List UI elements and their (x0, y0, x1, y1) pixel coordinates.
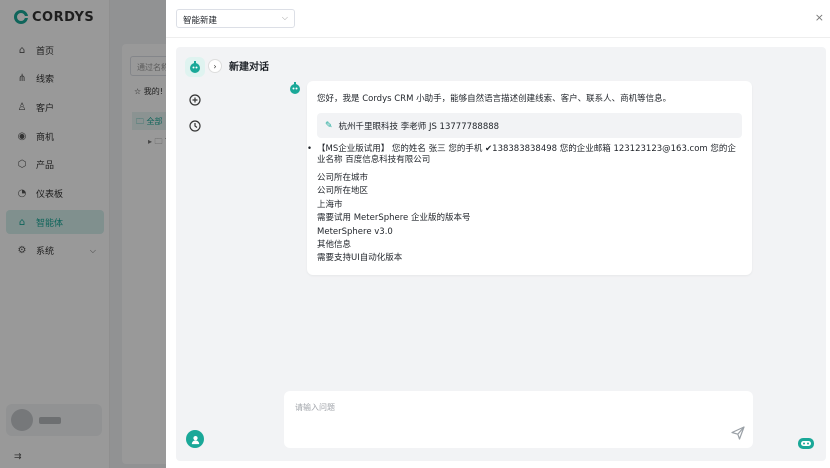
drawer-header: 智能新建 ⌵ × (166, 0, 830, 38)
chevron-down-icon: ⌵ (281, 13, 288, 22)
new-chat-icon[interactable] (187, 92, 203, 108)
suggestion-chip[interactable]: ✎ 杭州千里眼科技 李老师 JS 13777788888 (317, 113, 742, 138)
message-lines: 公司所在城市 公司所在地区 上海市需要试用 MeterSphere 企业版的版本号 M… (317, 172, 742, 266)
message-line: 公司所在地区 (317, 186, 369, 197)
agent-select-value: 智能新建 (183, 16, 218, 26)
message-line: 其他信息 (317, 240, 352, 251)
floating-assistant-icon[interactable] (796, 434, 816, 452)
close-icon[interactable]: × (815, 11, 824, 24)
bot-avatar-icon (185, 57, 205, 77)
message-bullet: 【MS企业版试用】 您的姓名 张三 您的手机 ✔138383838498 您的企… (307, 144, 742, 166)
message-line: 公司所在城市 (317, 173, 369, 183)
message-line: 需要支持UI自动化版本 (317, 253, 403, 264)
message-line: MeterSphere v3.0 (317, 226, 393, 237)
user-avatar-icon[interactable] (186, 430, 204, 448)
chat-rail: › (176, 47, 222, 461)
agent-drawer: 智能新建 ⌵ × › 新建对话 您好，我是 Cordys CRM 小助手，能够自… (166, 0, 830, 468)
edit-icon: ✎ (325, 120, 333, 131)
question-input-placeholder: 请输入问题 (295, 403, 335, 412)
send-icon[interactable] (731, 426, 745, 440)
agent-select[interactable]: 智能新建 ⌵ (176, 9, 295, 28)
message-intro: 您好，我是 Cordys CRM 小助手，能够自然语言描述创建线索、客户、联系人… (317, 94, 672, 104)
expand-history-icon[interactable]: › (208, 59, 222, 73)
chat-title: 新建对话 (229, 62, 269, 73)
history-icon[interactable] (187, 118, 203, 134)
message-line: 需要试用 MeterSphere 企业版的版本号 (317, 213, 471, 224)
message-line: 上海市 (317, 199, 343, 210)
chat-area: › 新建对话 您好，我是 Cordys CRM 小助手，能够自然语言描述创建线索… (176, 47, 826, 461)
question-input[interactable]: 请输入问题 (284, 391, 753, 448)
message-bot-icon (287, 80, 303, 96)
assistant-message: 您好，我是 Cordys CRM 小助手，能够自然语言描述创建线索、客户、联系人… (307, 81, 752, 275)
suggestion-text: 杭州千里眼科技 李老师 JS 13777788888 (338, 121, 500, 132)
